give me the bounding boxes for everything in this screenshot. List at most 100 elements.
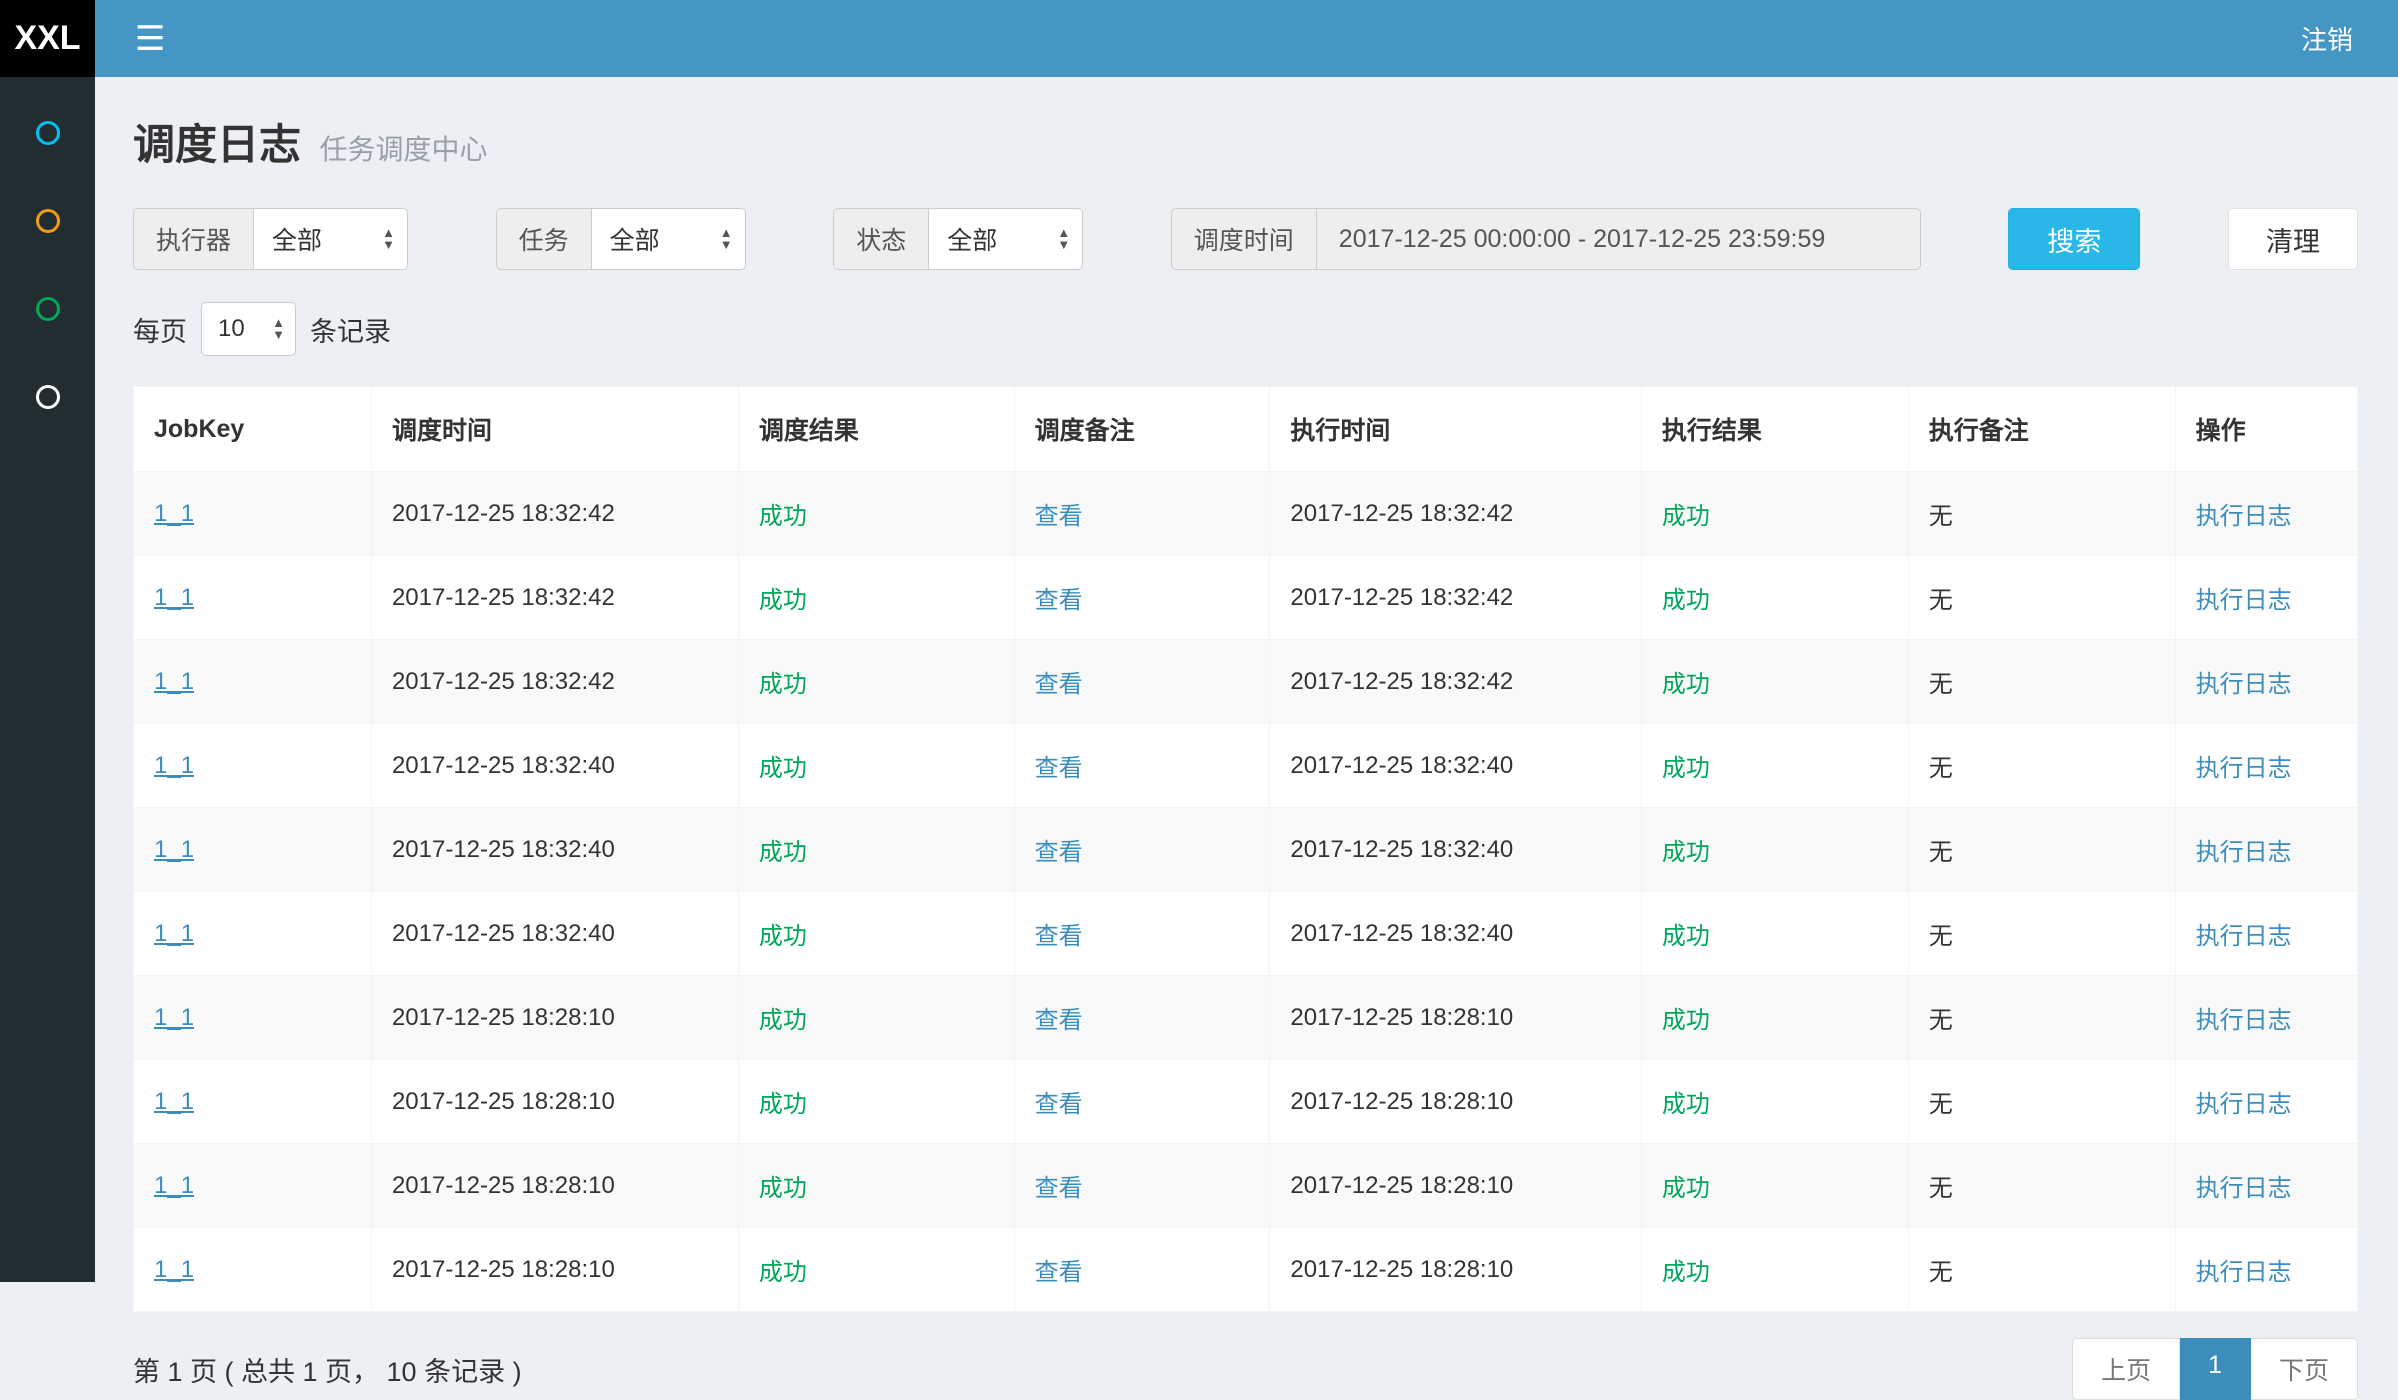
exec-log-link[interactable]: 执行日志 — [2196, 587, 2292, 614]
table-header-row: JobKey 调度时间 调度结果 调度备注 执行时间 执行结果 执行备注 操作 — [134, 387, 2358, 472]
trigger-time-range-input[interactable] — [1316, 208, 1921, 270]
trigger-result-cell: 成功 — [738, 976, 1014, 1060]
exec-time-cell: 2017-12-25 18:32:42 — [1270, 472, 1641, 556]
jobkey-link[interactable]: 1_1 — [154, 836, 194, 863]
exec-time-cell: 2017-12-25 18:32:42 — [1270, 556, 1641, 640]
trigger-remark-link[interactable]: 查看 — [1035, 755, 1083, 782]
col-header-trigger-time: 调度时间 — [371, 387, 738, 472]
exec-log-link[interactable]: 执行日志 — [2196, 503, 2292, 530]
exec-log-link[interactable]: 执行日志 — [2196, 671, 2292, 698]
dispatch-log-table: JobKey 调度时间 调度结果 调度备注 执行时间 执行结果 执行备注 操作 … — [133, 386, 2358, 1312]
trigger-remark-cell: 查看 — [1014, 1228, 1270, 1312]
action-cell: 执行日志 — [2175, 472, 2357, 556]
trigger-result-cell: 成功 — [738, 640, 1014, 724]
trigger-remark-link[interactable]: 查看 — [1035, 671, 1083, 698]
page-size-value: 10 — [218, 315, 245, 343]
page-size-prefix: 每页 — [133, 310, 187, 349]
exec-remark-cell: 无 — [1908, 556, 2175, 640]
jobkey-cell: 1_1 — [134, 1144, 372, 1228]
exec-result-cell: 成功 — [1641, 892, 1908, 976]
sidebar-item-1[interactable] — [36, 121, 60, 145]
action-cell: 执行日志 — [2175, 1060, 2357, 1144]
trigger-remark-link[interactable]: 查看 — [1035, 1091, 1083, 1118]
job-label: 任务 — [496, 208, 591, 270]
executor-label: 执行器 — [133, 208, 253, 270]
filter-executor: 执行器 全部 ▲▼ — [133, 208, 408, 270]
trigger-remark-cell: 查看 — [1014, 892, 1270, 976]
jobkey-cell: 1_1 — [134, 892, 372, 976]
table-row: 1_1 2017-12-25 18:28:10 成功 查看 2017-12-25… — [134, 1060, 2358, 1144]
trigger-time-cell: 2017-12-25 18:32:42 — [371, 556, 738, 640]
jobkey-link[interactable]: 1_1 — [154, 500, 194, 527]
trigger-time-cell: 2017-12-25 18:32:40 — [371, 892, 738, 976]
logout-link[interactable]: 注销 — [2301, 20, 2353, 57]
jobkey-link[interactable]: 1_1 — [154, 1004, 194, 1031]
trigger-remark-link[interactable]: 查看 — [1035, 1007, 1083, 1034]
trigger-remark-cell: 查看 — [1014, 472, 1270, 556]
exec-remark-cell: 无 — [1908, 640, 2175, 724]
circle-outline-icon — [36, 209, 60, 233]
trigger-remark-link[interactable]: 查看 — [1035, 923, 1083, 950]
pagination-summary: 第 1 页 ( 总共 1 页， 10 条记录 ) — [133, 1350, 522, 1389]
page-size-suffix: 条记录 — [310, 310, 391, 349]
trigger-remark-cell: 查看 — [1014, 724, 1270, 808]
table-row: 1_1 2017-12-25 18:28:10 成功 查看 2017-12-25… — [134, 976, 2358, 1060]
trigger-result-cell: 成功 — [738, 808, 1014, 892]
trigger-remark-link[interactable]: 查看 — [1035, 503, 1083, 530]
job-select[interactable]: 全部 ▲▼ — [591, 208, 746, 270]
exec-result-cell: 成功 — [1641, 1060, 1908, 1144]
app-logo[interactable]: XXL — [0, 0, 95, 77]
page-size-select[interactable]: 10 ▲▼ — [201, 302, 296, 356]
filter-job: 任务 全部 ▲▼ — [496, 208, 746, 270]
navbar-main: ☰ 注销 — [95, 0, 2398, 77]
jobkey-link[interactable]: 1_1 — [154, 1256, 194, 1283]
table-row: 1_1 2017-12-25 18:32:40 成功 查看 2017-12-25… — [134, 724, 2358, 808]
action-cell: 执行日志 — [2175, 640, 2357, 724]
action-cell: 执行日志 — [2175, 1144, 2357, 1228]
exec-log-link[interactable]: 执行日志 — [2196, 839, 2292, 866]
action-cell: 执行日志 — [2175, 724, 2357, 808]
next-page-button[interactable]: 下页 — [2251, 1338, 2358, 1400]
sidebar-toggle-icon[interactable]: ☰ — [135, 22, 165, 56]
jobkey-link[interactable]: 1_1 — [154, 1088, 194, 1115]
trigger-remark-link[interactable]: 查看 — [1035, 587, 1083, 614]
table-wrap: JobKey 调度时间 调度结果 调度备注 执行时间 执行结果 执行备注 操作 … — [133, 386, 2358, 1312]
exec-remark-cell: 无 — [1908, 1060, 2175, 1144]
exec-result-cell: 成功 — [1641, 640, 1908, 724]
trigger-remark-link[interactable]: 查看 — [1035, 1175, 1083, 1202]
jobkey-link[interactable]: 1_1 — [154, 920, 194, 947]
sidebar-item-2[interactable] — [36, 209, 60, 233]
sidebar-item-4[interactable] — [36, 385, 60, 409]
action-cell: 执行日志 — [2175, 556, 2357, 640]
exec-log-link[interactable]: 执行日志 — [2196, 923, 2292, 950]
col-header-exec-remark: 执行备注 — [1908, 387, 2175, 472]
trigger-time-cell: 2017-12-25 18:32:42 — [371, 472, 738, 556]
jobkey-link[interactable]: 1_1 — [154, 752, 194, 779]
jobkey-cell: 1_1 — [134, 808, 372, 892]
search-button[interactable]: 搜索 — [2008, 208, 2140, 270]
trigger-result-cell: 成功 — [738, 892, 1014, 976]
sidebar-item-3[interactable] — [36, 297, 60, 321]
current-page-button[interactable]: 1 — [2180, 1338, 2251, 1400]
trigger-result-cell: 成功 — [738, 556, 1014, 640]
exec-result-cell: 成功 — [1641, 472, 1908, 556]
trigger-remark-link[interactable]: 查看 — [1035, 839, 1083, 866]
exec-log-link[interactable]: 执行日志 — [2196, 755, 2292, 782]
exec-log-link[interactable]: 执行日志 — [2196, 1091, 2292, 1118]
jobkey-link[interactable]: 1_1 — [154, 584, 194, 611]
table-row: 1_1 2017-12-25 18:28:10 成功 查看 2017-12-25… — [134, 1144, 2358, 1228]
jobkey-cell: 1_1 — [134, 976, 372, 1060]
jobkey-link[interactable]: 1_1 — [154, 668, 194, 695]
clear-button[interactable]: 清理 — [2228, 208, 2358, 270]
jobkey-link[interactable]: 1_1 — [154, 1172, 194, 1199]
exec-log-link[interactable]: 执行日志 — [2196, 1007, 2292, 1034]
exec-log-link[interactable]: 执行日志 — [2196, 1175, 2292, 1202]
trigger-remark-cell: 查看 — [1014, 556, 1270, 640]
executor-select[interactable]: 全部 ▲▼ — [253, 208, 408, 270]
trigger-time-cell: 2017-12-25 18:32:40 — [371, 808, 738, 892]
trigger-time-cell: 2017-12-25 18:32:40 — [371, 724, 738, 808]
status-select[interactable]: 全部 ▲▼ — [928, 208, 1083, 270]
prev-page-button[interactable]: 上页 — [2072, 1338, 2180, 1400]
trigger-result-cell: 成功 — [738, 472, 1014, 556]
exec-time-cell: 2017-12-25 18:28:10 — [1270, 1060, 1641, 1144]
